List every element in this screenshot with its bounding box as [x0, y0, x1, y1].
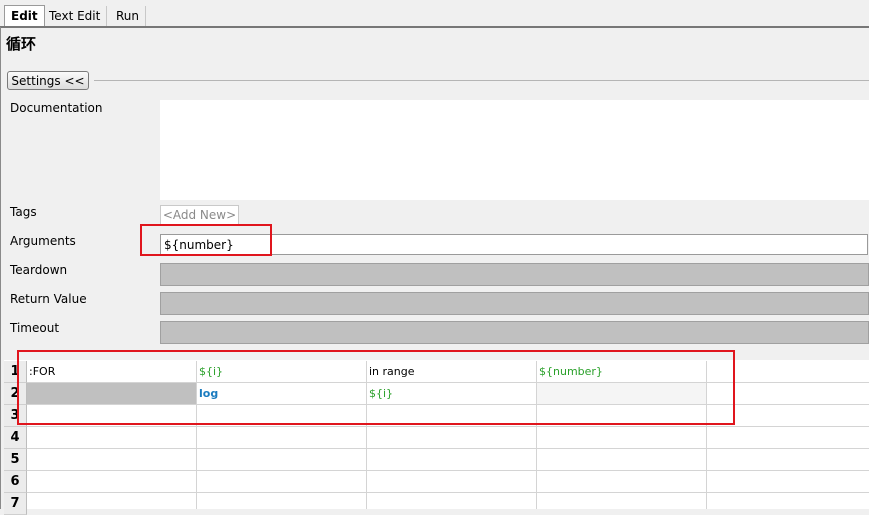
- grid-cell[interactable]: [367, 405, 537, 427]
- grid-cell[interactable]: [707, 471, 869, 493]
- row-header[interactable]: 4: [4, 427, 27, 449]
- tab-edit[interactable]: Edit: [4, 5, 45, 28]
- documentation-field[interactable]: [160, 100, 869, 200]
- row-header[interactable]: 7: [4, 493, 27, 515]
- grid-cell-r1-c5[interactable]: [707, 361, 869, 383]
- grid-cell[interactable]: [537, 493, 707, 509]
- teardown-field[interactable]: [160, 263, 869, 286]
- page-title: 循环: [6, 35, 37, 53]
- tags-label: Tags: [10, 205, 37, 219]
- return-value-field[interactable]: [160, 292, 869, 315]
- grid-cell-r2-c2[interactable]: log: [197, 383, 367, 405]
- grid-cell[interactable]: [367, 449, 537, 471]
- grid-cell[interactable]: [197, 405, 367, 427]
- row-header[interactable]: 1: [4, 361, 27, 383]
- settings-toggle-button[interactable]: Settings <<: [7, 71, 89, 90]
- grid-cell[interactable]: [367, 471, 537, 493]
- settings-separator: [94, 80, 869, 81]
- grid-cell[interactable]: [537, 405, 707, 427]
- row-header[interactable]: 6: [4, 471, 27, 493]
- grid-cell[interactable]: [197, 493, 367, 509]
- for-keyword: FOR: [32, 365, 56, 378]
- grid-cell[interactable]: [197, 471, 367, 493]
- grid-cell-r2-c3[interactable]: ${i}: [367, 383, 537, 405]
- row-header[interactable]: 3: [4, 405, 27, 427]
- add-tag-button[interactable]: <Add New>: [160, 205, 239, 225]
- tab-text-edit[interactable]: Text Edit: [43, 6, 108, 26]
- timeout-field[interactable]: [160, 321, 869, 344]
- grid-cell-r1-c3[interactable]: in range: [367, 361, 537, 383]
- grid-cell[interactable]: [27, 405, 197, 427]
- grid-cell[interactable]: [367, 493, 537, 509]
- arguments-field[interactable]: ${number}: [160, 234, 868, 255]
- panel-left-border: [0, 27, 1, 509]
- grid-cell[interactable]: [197, 449, 367, 471]
- grid-cell[interactable]: [707, 449, 869, 471]
- grid-cell[interactable]: [707, 493, 869, 509]
- grid-cell[interactable]: [707, 405, 869, 427]
- grid-cell-r1-c1[interactable]: :FOR: [27, 361, 197, 383]
- grid-cell[interactable]: [27, 449, 197, 471]
- arguments-label: Arguments: [10, 234, 76, 248]
- grid-cell-r2-c5[interactable]: [707, 383, 869, 405]
- row-header[interactable]: 5: [4, 449, 27, 471]
- grid-cell-r1-c4[interactable]: ${number}: [537, 361, 707, 383]
- grid-cell[interactable]: [27, 427, 197, 449]
- tab-divider: [0, 26, 869, 28]
- grid-cell[interactable]: [537, 427, 707, 449]
- grid-cell-r2-c4[interactable]: [537, 383, 707, 405]
- grid-cell[interactable]: [707, 427, 869, 449]
- documentation-label: Documentation: [10, 101, 103, 115]
- grid-cell-r1-c2[interactable]: ${i}: [197, 361, 367, 383]
- return-value-label: Return Value: [10, 292, 87, 306]
- grid-cell[interactable]: [537, 449, 707, 471]
- timeout-label: Timeout: [10, 321, 60, 335]
- tab-bar: Edit Text Edit Run: [0, 0, 869, 28]
- teardown-label: Teardown: [10, 263, 68, 277]
- tab-run[interactable]: Run: [110, 6, 147, 26]
- row-header[interactable]: 2: [4, 383, 27, 405]
- grid-cell[interactable]: [367, 427, 537, 449]
- grid-cell[interactable]: [537, 471, 707, 493]
- grid-cell-r2-c1[interactable]: [27, 383, 197, 405]
- grid-cell[interactable]: [27, 471, 197, 493]
- grid-cell[interactable]: [197, 427, 367, 449]
- grid-cell[interactable]: [27, 493, 197, 509]
